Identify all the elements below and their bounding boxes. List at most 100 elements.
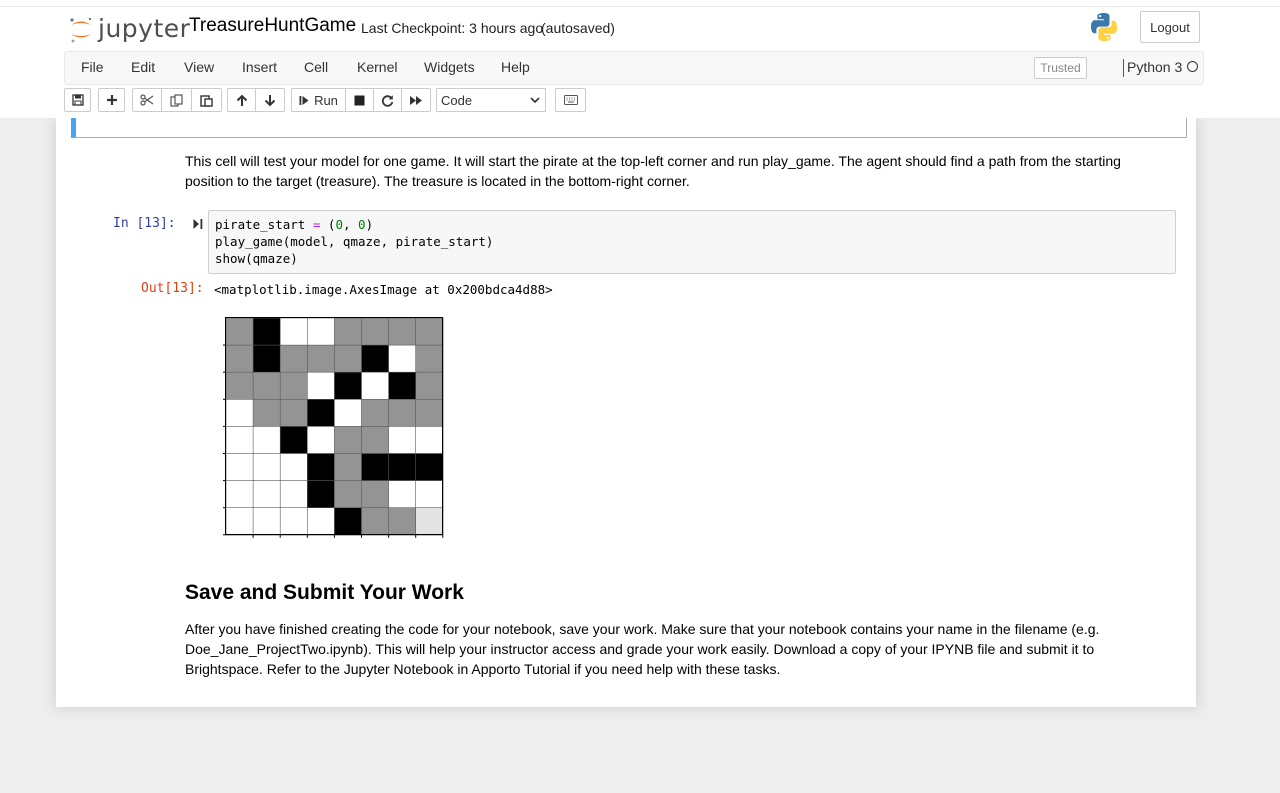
maze-cell-0-2: [279, 317, 308, 346]
copy-icon: [170, 93, 183, 107]
fast-forward-icon: [410, 95, 422, 105]
maze-cell-3-6: [388, 399, 417, 428]
logo-text: jupyter: [98, 14, 191, 43]
previous-code-cell[interactable]: [71, 118, 1187, 138]
maze-cell-5-0: [225, 453, 254, 482]
code-line-1: pirate_start = (0, 0): [215, 217, 373, 232]
menu-edit[interactable]: Edit: [131, 59, 155, 75]
menu-file[interactable]: File: [81, 59, 104, 75]
fast-forward-button[interactable]: [402, 88, 431, 112]
stop-button[interactable]: [346, 88, 374, 112]
restart-icon: [381, 94, 394, 107]
maze-cell-3-2: [279, 399, 308, 428]
maze-cell-0-1: [252, 317, 281, 346]
maze-cell-3-0: [225, 399, 254, 428]
maze-cell-6-2: [279, 480, 308, 509]
code-paren-close: ): [365, 217, 374, 232]
move-up-button[interactable]: [227, 88, 256, 112]
maze-cell-4-5: [361, 426, 390, 455]
menu-insert[interactable]: Insert: [242, 59, 277, 75]
maze-cell-6-0: [225, 480, 254, 509]
notebook-container: This cell will test your model for one g…: [56, 118, 1196, 707]
maze-cell-2-1: [252, 371, 281, 400]
maze-cell-3-5: [361, 399, 390, 428]
menu-view[interactable]: View: [184, 59, 214, 75]
maze-cell-1-2: [279, 344, 308, 373]
run-cell-icon[interactable]: [193, 218, 203, 230]
maze-cell-6-3: [307, 480, 336, 509]
maze-cell-2-5: [361, 371, 390, 400]
add-cell-button[interactable]: [98, 88, 125, 112]
run-icon: [299, 95, 309, 105]
cell-type-value: Code: [441, 92, 473, 108]
code-comma: ,: [342, 217, 359, 232]
code-number-0: 0: [335, 217, 343, 232]
paste-button[interactable]: [192, 88, 222, 112]
section-heading: Save and Submit Your Work: [185, 581, 464, 604]
output-prompt: Out[13]:: [141, 281, 204, 296]
menu-help[interactable]: Help: [501, 59, 530, 75]
menu-widgets[interactable]: Widgets: [424, 59, 475, 75]
notebook-name[interactable]: TreasureHuntGame: [189, 15, 356, 37]
maze-cell-2-3: [307, 371, 336, 400]
maze-cell-1-4: [334, 344, 363, 373]
maze-cell-4-6: [388, 426, 417, 455]
menu-cell[interactable]: Cell: [304, 59, 328, 75]
cell-type-select[interactable]: Code: [436, 88, 546, 112]
move-down-button[interactable]: [256, 88, 285, 112]
maze-cell-7-2: [279, 507, 308, 536]
run-label: Run: [314, 92, 338, 108]
toolbar: Run Code: [64, 88, 1202, 114]
kernel-status-icon: [1187, 61, 1198, 72]
command-palette-button[interactable]: [555, 88, 586, 112]
jupyter-logo[interactable]: jupyter: [68, 14, 190, 44]
maze-cell-1-0: [225, 344, 254, 373]
maze-cell-7-6: [388, 507, 417, 536]
code-var: pirate_start: [215, 217, 313, 232]
maze-cell-7-3: [307, 507, 336, 536]
maze-cell-1-5: [361, 344, 390, 373]
python-logo-icon: [1091, 13, 1117, 41]
kernel-divider: [1123, 59, 1124, 77]
maze-cell-2-4: [334, 371, 363, 400]
move-down-icon: [264, 94, 276, 106]
maze-cell-5-2: [279, 453, 308, 482]
code-input-area[interactable]: pirate_start = (0, 0) play_game(model, q…: [208, 210, 1176, 274]
menu-kernel[interactable]: Kernel: [357, 59, 397, 75]
maze-cell-3-7: [415, 399, 444, 428]
maze-cell-5-7: [415, 453, 444, 482]
maze-cell-6-4: [334, 480, 363, 509]
maze-cell-6-7: [415, 480, 444, 509]
top-bar: jupyter TreasureHuntGame Last Checkpoint…: [0, 0, 1280, 118]
trusted-badge[interactable]: Trusted: [1034, 57, 1087, 79]
maze-cell-2-6: [388, 371, 417, 400]
markdown-intro: This cell will test your model for one g…: [185, 153, 1121, 189]
maze-cell-5-5: [361, 453, 390, 482]
maze-cell-0-6: [388, 317, 417, 346]
code-line-2: play_game(model, qmaze, pirate_start): [215, 234, 494, 249]
maze-cell-7-7: [415, 507, 444, 536]
maze-grid: [225, 317, 444, 536]
maze-cell-2-2: [279, 371, 308, 400]
maze-cell-0-0: [225, 317, 254, 346]
maze-cell-4-0: [225, 426, 254, 455]
maze-cell-1-6: [388, 344, 417, 373]
restart-button[interactable]: [374, 88, 402, 112]
maze-cell-6-1: [252, 480, 281, 509]
copy-button[interactable]: [162, 88, 192, 112]
logout-button[interactable]: Logout: [1140, 11, 1200, 43]
markdown-submit: After you have finished creating the cod…: [185, 621, 1100, 677]
output-text: <matplotlib.image.AxesImage at 0x200bdca…: [214, 282, 553, 297]
maze-cell-4-3: [307, 426, 336, 455]
maze-cell-0-5: [361, 317, 390, 346]
cut-button[interactable]: [132, 88, 162, 112]
move-up-icon: [236, 94, 247, 106]
maze-cell-4-1: [252, 426, 281, 455]
save-button[interactable]: [64, 88, 91, 112]
maze-cell-1-1: [252, 344, 281, 373]
maze-cell-3-1: [252, 399, 281, 428]
maze-cell-5-6: [388, 453, 417, 482]
maze-cell-5-3: [307, 453, 336, 482]
header: jupyter TreasureHuntGame Last Checkpoint…: [0, 7, 1280, 51]
run-button[interactable]: Run: [291, 88, 346, 112]
